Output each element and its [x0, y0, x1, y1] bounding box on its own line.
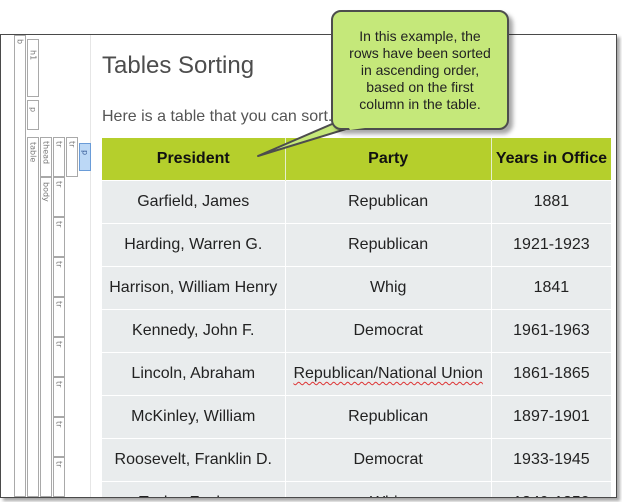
- presidents-table: President Party Years in Office Garfield…: [102, 138, 611, 497]
- structure-bar-label: h1: [28, 50, 38, 61]
- page-title: Tables Sorting: [102, 52, 255, 79]
- table-row: Roosevelt, Franklin D. Democrat 1933-194…: [102, 438, 611, 482]
- structure-bar-label: tr: [54, 261, 64, 268]
- structure-bar-tr[interactable]: tr: [53, 377, 65, 417]
- cell-party: Republican: [285, 223, 492, 267]
- structure-bar-label: tr: [54, 421, 64, 428]
- structure-bar-label: p: [28, 107, 38, 113]
- cell-party: Republican/National Union: [285, 352, 492, 396]
- cell-years: 1861-1865: [491, 352, 611, 396]
- structure-bar-label: thead: [41, 141, 51, 165]
- cell-president: Roosevelt, Franklin D.: [102, 438, 286, 482]
- table-row: Kennedy, John F. Democrat 1961-1963: [102, 309, 611, 353]
- cell-years: 1841: [491, 266, 611, 310]
- structure-bar-label: tr: [54, 221, 64, 228]
- cell-years: 1921-1923: [491, 223, 611, 267]
- structure-bar-th[interactable]: tr: [66, 137, 78, 177]
- structure-bar-tr-head[interactable]: tr: [53, 137, 65, 177]
- structure-bar-thead[interactable]: thead: [40, 137, 52, 177]
- structure-bar-label: table: [28, 142, 38, 163]
- structure-bar-h1[interactable]: h1: [27, 39, 39, 97]
- structure-bar-label: tr: [54, 181, 64, 188]
- structure-bar-tr[interactable]: tr: [53, 417, 65, 457]
- structure-bar-label: tr: [67, 141, 77, 148]
- structure-bar-label: body: [41, 182, 51, 202]
- structure-bar-tr[interactable]: tr: [53, 457, 65, 497]
- table-row: McKinley, William Republican 1897-1901: [102, 395, 611, 439]
- structure-bar-label: tr: [54, 341, 64, 348]
- cell-president: Kennedy, John F.: [102, 309, 286, 353]
- column-header-party[interactable]: Party: [285, 138, 492, 181]
- annotation-callout: In this example, the rows have been sort…: [331, 10, 509, 130]
- editor-frame: b h1 p table thead body tr tr tr tr tr t…: [0, 34, 617, 498]
- panel-divider: [90, 35, 91, 497]
- cell-party: Republican: [285, 395, 492, 439]
- structure-bar-label: tr: [54, 141, 64, 148]
- table-row: Lincoln, Abraham Republican/National Uni…: [102, 352, 611, 396]
- structure-bar-tr[interactable]: tr: [53, 177, 65, 217]
- table-header-row: President Party Years in Office: [102, 138, 611, 181]
- structure-bars-panel: b h1 p table thead body tr tr tr tr tr t…: [1, 35, 91, 497]
- cell-years: 1933-1945: [491, 438, 611, 482]
- table-row: Taylor, Zachary Whig 1849-1850: [102, 481, 611, 497]
- structure-bar-label: b: [15, 39, 25, 45]
- cell-president: Lincoln, Abraham: [102, 352, 286, 396]
- cell-party: Democrat: [285, 438, 492, 482]
- structure-bar-label: tr: [54, 381, 64, 388]
- structure-bar-body[interactable]: b: [14, 35, 26, 497]
- cell-party: Republican: [285, 180, 492, 224]
- structure-bar-tr[interactable]: tr: [53, 257, 65, 297]
- cell-party: Whig: [285, 481, 492, 497]
- structure-bar-tbody[interactable]: body: [40, 177, 52, 497]
- column-header-years[interactable]: Years in Office: [491, 138, 611, 181]
- structure-bar-label: tr: [54, 461, 64, 468]
- table-row: Harding, Warren G. Republican 1921-1923: [102, 223, 611, 267]
- structure-bar-label: tr: [54, 301, 64, 308]
- cell-president: Harding, Warren G.: [102, 223, 286, 267]
- cell-years: 1897-1901: [491, 395, 611, 439]
- structure-bar-p-selected[interactable]: p: [79, 143, 91, 171]
- structure-bar-tr[interactable]: tr: [53, 337, 65, 377]
- structure-bar-label: p: [80, 150, 90, 156]
- cell-years: 1849-1850: [491, 481, 611, 497]
- structure-bar-tr[interactable]: tr: [53, 217, 65, 257]
- cell-president: Taylor, Zachary: [102, 481, 286, 497]
- structure-bar-table[interactable]: table: [27, 137, 39, 497]
- structure-bar-p[interactable]: p: [27, 100, 39, 130]
- structure-bar-tr[interactable]: tr: [53, 297, 65, 337]
- cell-party: Democrat: [285, 309, 492, 353]
- cell-president: Garfield, James: [102, 180, 286, 224]
- spellcheck-word: Republican/National Union: [293, 365, 483, 382]
- cell-years: 1881: [491, 180, 611, 224]
- column-header-president[interactable]: President: [102, 138, 286, 181]
- cell-years: 1961-1963: [491, 309, 611, 353]
- table-row: Garfield, James Republican 1881: [102, 180, 611, 224]
- intro-paragraph: Here is a table that you can sort.: [102, 108, 333, 125]
- cell-party: Whig: [285, 266, 492, 310]
- table-row: Harrison, William Henry Whig 1841: [102, 266, 611, 310]
- cell-president: McKinley, William: [102, 395, 286, 439]
- cell-president: Harrison, William Henry: [102, 266, 286, 310]
